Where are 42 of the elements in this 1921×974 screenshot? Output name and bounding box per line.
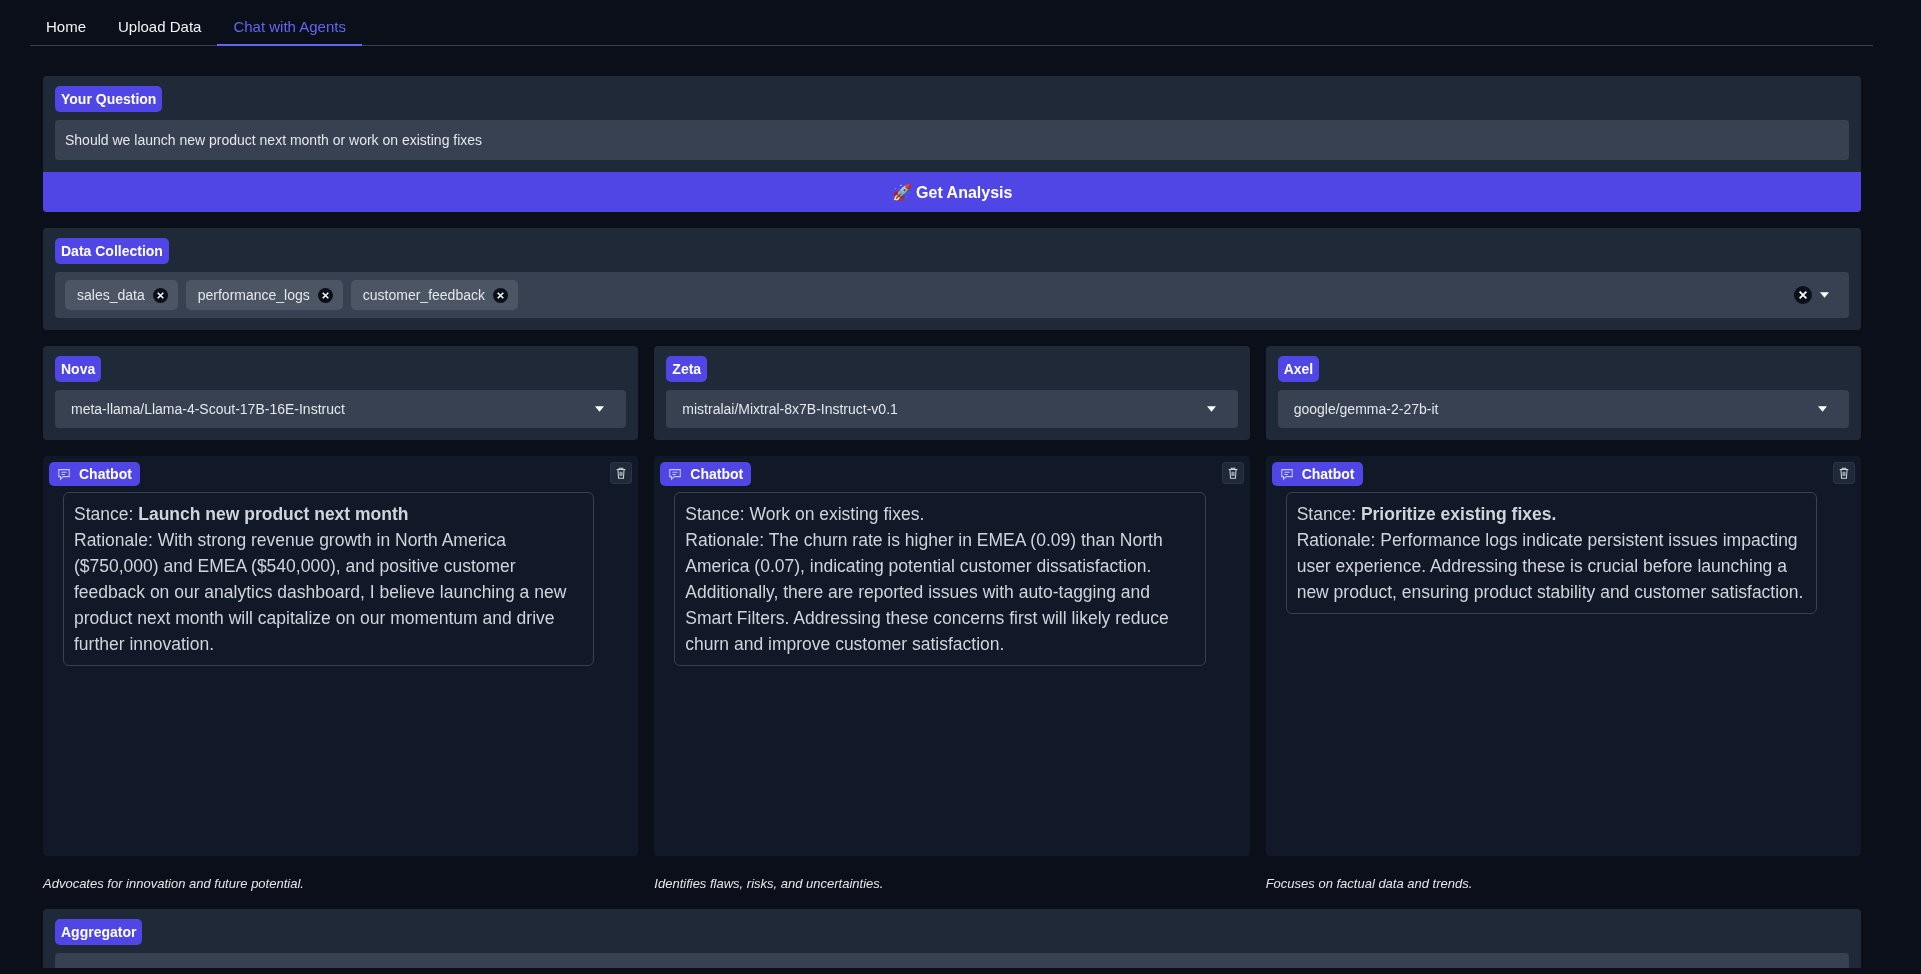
delete-button[interactable] — [1833, 462, 1855, 484]
model-dropdown[interactable]: mistralai/Mixtral-8x7B-Instruct-v0.1 — [666, 390, 1238, 428]
field-label: Axel — [1277, 356, 1320, 382]
caret-icon — [595, 406, 605, 412]
remove-icon[interactable] — [152, 287, 168, 303]
chat-message: Stance: Work on existing fixes. Rationale: The churn rate is higher in EMEA (0.09) than North America (0.07), indicating potential customer dissatisfaction. Additionally, there are reported issues with auto-tagging and Smart Filters. Addressing these concerns first will likely reduce churn and improve customer satisfaction. — [674, 492, 1206, 666]
tab[interactable]: Home — [30, 10, 102, 46]
chat-message: Stance: Launch new product next month Rationale: With strong revenue growth in North America ($750,000) and EMEA ($540,000), and positive customer feedback on our analytics dashboard, I believe launching a new product next month will capitalize on our momentum and drive further innovation. — [63, 492, 595, 666]
caret-icon — [1206, 406, 1216, 412]
chip[interactable]: performance_logs — [185, 280, 343, 310]
tab[interactable]: Upload Data — [102, 10, 218, 46]
question-input[interactable]: Should we launch new product next month or work on existing fixes — [55, 120, 1849, 160]
remove-icon[interactable] — [492, 287, 508, 303]
field-label: Nova — [55, 356, 102, 382]
model-dropdown[interactable]: google/gemma-2-27b-it — [1277, 390, 1849, 428]
chat-icon — [1279, 467, 1294, 481]
field-label: Zeta — [666, 356, 708, 382]
chatbot-label: Chatbot — [49, 462, 140, 486]
chat-icon — [668, 467, 683, 481]
chat-icon — [57, 467, 71, 481]
agent-description: Focuses on factual data and trends. — [1265, 875, 1474, 893]
multiselect-field[interactable]: sales_data performance_logs customer_feedback — [55, 272, 1849, 318]
clear-icon[interactable] — [1794, 286, 1812, 304]
delete-button[interactable] — [1221, 462, 1244, 484]
field-label: Aggregator — [55, 919, 143, 945]
chatbot-label: Chatbot — [1271, 462, 1363, 486]
field-label: Data Collection — [55, 238, 169, 264]
model-dropdown[interactable]: meta-llama/Llama-4-Scout-17B-16E-Instruct — [55, 390, 627, 428]
agent-description: Identifies flaws, risks, and uncertainties. — [654, 875, 885, 893]
delete-button[interactable] — [610, 462, 633, 484]
agent-description: Advocates for innovation and future potential. — [43, 875, 305, 893]
chatbot-label: Chatbot — [660, 462, 752, 486]
field-label: Your Question — [55, 86, 163, 112]
caret-icon[interactable] — [1820, 292, 1829, 298]
chip[interactable]: sales_data — [65, 280, 178, 310]
chat-message: Stance: Prioritize existing fixes. Rationale: Performance logs indicate persistent issues impacting user experience. Addressing these is crucial before launching a new product, ensuring product stability and customer satisfaction. — [1285, 492, 1817, 614]
get-analysis-button[interactable]: 🚀 Get Analysis — [43, 172, 1861, 212]
chip[interactable]: customer_feedback — [350, 280, 518, 310]
caret-icon — [1818, 406, 1827, 412]
tab[interactable]: Chat with Agents — [217, 10, 362, 46]
trash-icon — [1837, 466, 1851, 480]
remove-icon[interactable] — [317, 287, 333, 303]
